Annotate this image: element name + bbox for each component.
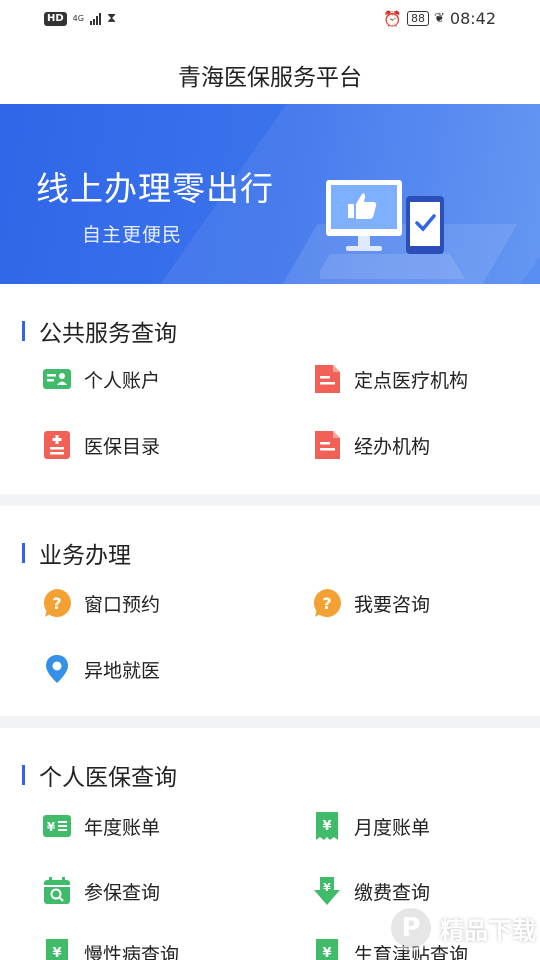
svg-text:¥: ¥: [52, 946, 61, 960]
monitor-thumbs-up-icon: [320, 180, 465, 279]
watermark-text: 精品下载: [440, 916, 536, 945]
alarm-clock-icon: ⏰: [383, 9, 402, 28]
document-icon: [315, 431, 340, 459]
yuan-receipt-icon: ¥: [316, 939, 338, 960]
calendar-search-icon: [44, 877, 70, 904]
section-header: 业务办理: [22, 536, 131, 570]
menu-item-payment-query[interactable]: ¥ 缴费查询: [312, 876, 430, 906]
signal-icon: [89, 12, 101, 25]
svg-text:?: ?: [322, 594, 331, 613]
section-business: 业务办理 ? 窗口预约 ? 我要咨询 异地就医: [0, 506, 540, 716]
menu-item-label: 定点医疗机构: [354, 369, 469, 392]
menu-item-label: 个人账户: [84, 369, 161, 392]
menu-item-designated-institutions[interactable]: 定点医疗机构: [312, 364, 468, 394]
menu-item-consult[interactable]: ? 我要咨询: [312, 588, 430, 618]
section-header: 个人医保查询: [22, 758, 177, 792]
menu-item-label: 医保目录: [84, 435, 161, 458]
network-type: 4G: [72, 13, 84, 23]
yuan-down-arrow-icon: ¥: [314, 877, 340, 905]
status-bar: HD 4G ⧗ ⏰ 88 ❦ 08:42: [0, 0, 540, 40]
yuan-receipt-icon: ¥: [46, 939, 68, 960]
yuan-bill-icon: ¥: [43, 815, 71, 837]
menu-item-enrollment-query[interactable]: 参保查询: [42, 876, 160, 906]
menu-item-label: 经办机构: [354, 435, 431, 458]
id-card-icon: [43, 369, 71, 389]
svg-text:¥: ¥: [47, 820, 56, 834]
menu-item-label: 缴费查询: [354, 881, 431, 904]
svg-text:¥: ¥: [323, 881, 331, 894]
menu-item-label: 参保查询: [84, 881, 161, 904]
menu-item-insurance-catalog[interactable]: 医保目录: [42, 430, 160, 460]
section-accent-bar: [22, 543, 25, 563]
menu-item-label: 我要咨询: [354, 593, 431, 616]
hero-banner[interactable]: 线上办理零出行 自主更便民: [0, 104, 540, 284]
section-divider: [0, 494, 540, 506]
menu-item-annual-bill[interactable]: ¥ 年度账单: [42, 811, 160, 841]
battery-level: 88: [406, 11, 429, 26]
watermark-logo: P: [388, 905, 434, 951]
section-title: 业务办理: [39, 543, 131, 569]
menu-item-label: 窗口预约: [84, 593, 161, 616]
menu-item-monthly-bill[interactable]: ¥ 月度账单: [312, 811, 430, 841]
section-accent-bar: [22, 321, 25, 341]
banner-subtitle: 自主更便民: [82, 224, 183, 246]
menu-item-label: 年度账单: [84, 816, 161, 839]
document-icon: [315, 365, 340, 393]
menu-item-label: 慢性病查询: [84, 943, 180, 960]
yuan-receipt-icon: ¥: [316, 812, 338, 840]
svg-text:¥: ¥: [322, 819, 331, 834]
hourglass-icon: ⧗: [106, 11, 117, 26]
menu-item-label: 月度账单: [354, 816, 431, 839]
status-left: HD 4G ⧗: [44, 11, 116, 26]
svg-text:¥: ¥: [322, 946, 331, 960]
question-bubble-icon: ?: [43, 589, 71, 617]
section-header: 公共服务查询: [22, 314, 177, 348]
section-title: 公共服务查询: [39, 321, 177, 347]
question-bubble-icon: ?: [313, 589, 341, 617]
leaf-icon: ❦: [433, 11, 445, 26]
medical-list-icon: [44, 431, 70, 459]
svg-text:?: ?: [52, 594, 61, 613]
status-right: ⏰ 88 ❦ 08:42: [383, 9, 496, 28]
section-public-services: 公共服务查询 个人账户 定点医疗机构 医保目录 经办机构: [0, 284, 540, 494]
menu-item-agencies[interactable]: 经办机构: [312, 430, 430, 460]
watermark: P 精品下载: [388, 905, 536, 951]
menu-item-label: 异地就医: [84, 659, 161, 682]
app-header: 青海医保服务平台: [0, 40, 540, 104]
menu-item-window-appointment[interactable]: ? 窗口预约: [42, 588, 160, 618]
page-title: 青海医保服务平台: [178, 65, 362, 91]
menu-item-chronic-disease-query[interactable]: ¥ 慢性病查询: [42, 938, 179, 960]
section-accent-bar: [22, 765, 25, 785]
status-time: 08:42: [449, 9, 496, 28]
section-divider: [0, 716, 540, 728]
section-title: 个人医保查询: [39, 765, 177, 791]
banner-title: 线上办理零出行: [36, 169, 274, 208]
hd-badge: HD: [44, 11, 67, 26]
menu-item-remote-medical[interactable]: 异地就医: [42, 654, 160, 684]
menu-item-personal-account[interactable]: 个人账户: [42, 364, 160, 394]
location-pin-icon: [46, 655, 68, 683]
